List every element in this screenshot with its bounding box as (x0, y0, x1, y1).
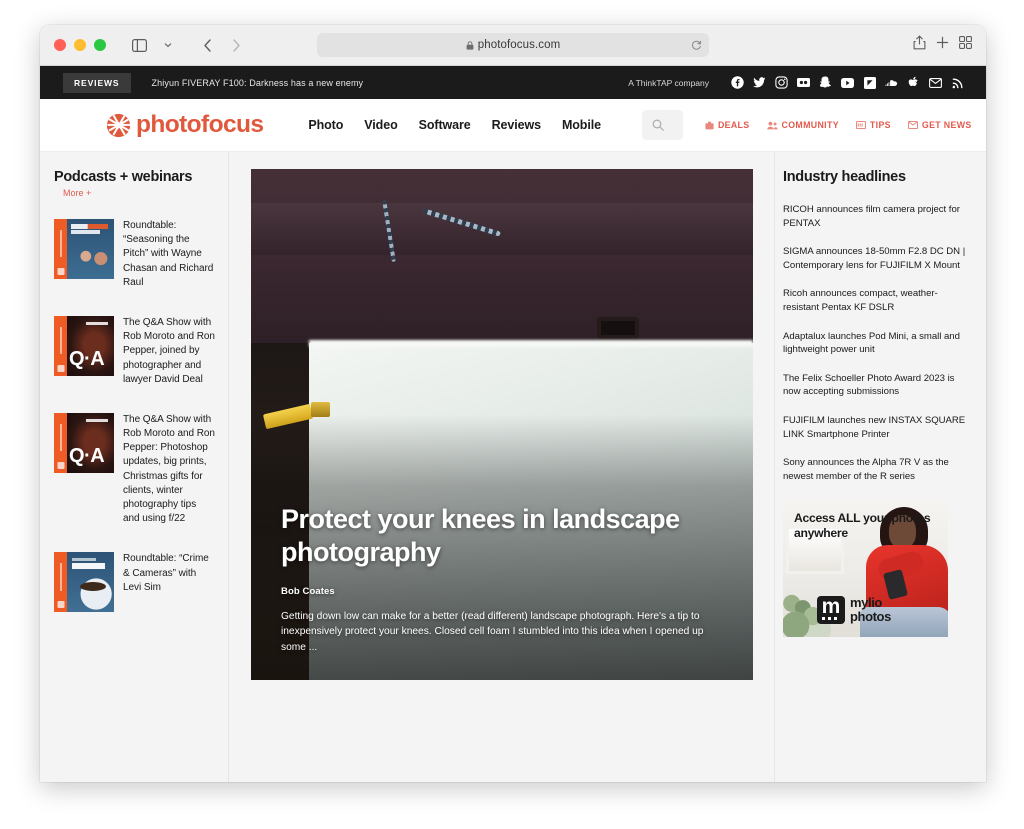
window-controls[interactable] (54, 39, 106, 51)
industry-headlines-sidebar: Industry headlines RICOH announces film … (774, 152, 986, 782)
advertisement-banner[interactable]: Access ALL your photos anywhere mylio ph… (783, 498, 948, 637)
utility-menu: DEALS COMMUNITY TIPS GET NEWS (705, 120, 972, 130)
podcast-title: Roundtable: “Crime & Cameras” with Levi … (123, 553, 209, 593)
reviews-badge[interactable]: REVIEWS (63, 72, 131, 93)
ad-brand-line-2: photos (850, 608, 891, 624)
list-item[interactable]: The Felix Schoeller Photo Award 2023 is … (783, 372, 966, 399)
nav-item-photo[interactable]: Photo (308, 118, 343, 132)
rss-icon[interactable] (951, 76, 964, 89)
nav-item-mobile[interactable]: Mobile (562, 118, 601, 132)
utility-link-get-news[interactable]: GET NEWS (907, 120, 972, 130)
chevron-down-icon[interactable] (155, 33, 181, 57)
podcast-list: Roundtable: “Seasoning the Pitch” with W… (54, 219, 215, 613)
tumblr-icon[interactable] (863, 76, 876, 89)
utility-link-community-label: COMMUNITY (781, 120, 839, 130)
mylio-logo: mylio photos (817, 595, 891, 624)
utility-link-deals[interactable]: DEALS (705, 120, 750, 130)
tag-icon (705, 121, 714, 130)
twitter-icon[interactable] (753, 76, 766, 89)
utility-link-community[interactable]: COMMUNITY (766, 120, 839, 130)
company-tagline: A ThinkTAP company (628, 77, 709, 88)
close-window-button[interactable] (54, 39, 66, 51)
podcast-thumb-roundtable-pitch (54, 219, 114, 279)
address-bar[interactable]: photofocus.com (317, 33, 709, 57)
utility-link-tips[interactable]: TIPS (855, 120, 891, 130)
featured-article-title[interactable]: Protect your knees in landscape photogra… (281, 503, 723, 569)
url-text: photofocus.com (477, 39, 561, 51)
list-item[interactable]: Q·A The Q&A Show with Rob Moroto and Ron… (54, 315, 215, 387)
apple-icon[interactable] (907, 76, 920, 89)
nav-item-reviews[interactable]: Reviews (492, 118, 541, 132)
announcement-headline[interactable]: Zhiyun FIVERAY F100: Darkness has a new … (152, 78, 364, 88)
sidebar-toggle-icon[interactable] (126, 33, 152, 57)
list-item[interactable]: Roundtable: “Crime & Cameras” with Levi … (54, 552, 215, 613)
aperture-icon (107, 113, 130, 137)
list-item[interactable]: FUJIFILM launches new INSTAX SQUARE LINK… (783, 414, 966, 441)
search-icon (652, 119, 664, 131)
ad-headline: Access ALL your photos anywhere (794, 510, 931, 540)
page-content: Podcasts + webinars More + Roundtable: “… (40, 152, 986, 782)
podcast-thumb-qa-photoshop: Q·A (54, 412, 114, 473)
featured-article-excerpt: Getting down low can make for a better (… (281, 610, 704, 653)
site-logo[interactable]: photofocus (107, 110, 264, 138)
list-item[interactable]: Roundtable: “Seasoning the Pitch” with W… (54, 219, 215, 290)
main-column: Protect your knees in landscape photogra… (229, 152, 774, 782)
headline-list: RICOH announces film camera project for … (783, 203, 966, 484)
list-item[interactable]: SIGMA announces 18-50mm F2.8 DC DN | Con… (783, 245, 966, 272)
podcasts-section-title: Podcasts + webinars (54, 169, 193, 185)
address-bar-container: photofocus.com (317, 33, 709, 57)
email-icon[interactable] (929, 76, 942, 89)
tab-overview-icon[interactable] (959, 36, 972, 54)
plus-icon[interactable] (936, 36, 949, 54)
podcast-thumb-levi-sim (54, 552, 114, 613)
back-arrow-icon[interactable] (194, 33, 220, 57)
site-announcement-bar: REVIEWS Zhiyun FIVERAY F100: Darkness ha… (40, 66, 986, 99)
site-nav: photofocus Photo Video Software Reviews … (40, 99, 986, 152)
desktop-background: photofocus.com REVIEWS Zhiyun FIVERAY F1… (0, 0, 1024, 829)
utility-link-deals-label: DEALS (717, 120, 750, 130)
ad-brand-line-1: mylio (850, 595, 882, 611)
book-icon (855, 121, 866, 129)
list-item[interactable]: RICOH announces film camera project for … (783, 203, 966, 230)
list-item[interactable]: Adaptalux launches Pod Mini, a small and… (783, 330, 966, 357)
browser-window: photofocus.com REVIEWS Zhiyun FIVERAY F1… (40, 25, 986, 782)
utility-link-tips-label: TIPS (869, 120, 891, 130)
list-item[interactable]: Sony announces the Alpha 7R V as the new… (783, 456, 966, 483)
maximize-window-button[interactable] (94, 39, 106, 51)
featured-article-author: Bob Coates (281, 585, 335, 597)
facebook-icon[interactable] (731, 76, 744, 89)
podcasts-more-link[interactable]: More + (63, 188, 215, 198)
mylio-mark-icon (817, 595, 845, 624)
headlines-section-title: Industry headlines (783, 169, 906, 185)
forward-arrow-icon[interactable] (223, 33, 249, 57)
soundcloud-icon[interactable] (885, 76, 898, 89)
list-item[interactable]: Ricoh announces compact, weather-resista… (783, 287, 966, 314)
site-logo-text: photofocus (136, 110, 264, 138)
share-icon[interactable] (913, 35, 926, 55)
envelope-icon (907, 121, 918, 129)
youtube-icon[interactable] (841, 76, 854, 89)
featured-article[interactable]: Protect your knees in landscape photogra… (251, 169, 753, 680)
list-item[interactable]: Q·A The Q&A Show with Rob Moroto and Ron… (54, 412, 215, 527)
reload-icon[interactable] (691, 40, 702, 51)
search-container[interactable] (641, 110, 683, 140)
podcasts-sidebar: Podcasts + webinars More + Roundtable: “… (40, 152, 229, 782)
nav-item-video[interactable]: Video (364, 118, 397, 132)
social-links[interactable] (731, 76, 964, 89)
minimize-window-button[interactable] (74, 39, 86, 51)
podcast-thumb-qa-david-deal: Q·A (54, 315, 114, 376)
browser-toolbar: photofocus.com (40, 25, 986, 66)
flickr-icon[interactable] (797, 76, 810, 89)
lock-icon (466, 40, 474, 50)
people-icon (766, 121, 778, 130)
podcast-title: Roundtable: “Seasoning the Pitch” with W… (123, 220, 214, 288)
utility-link-get-news-label: GET NEWS (921, 120, 972, 130)
podcast-title: The Q&A Show with Rob Moroto and Ron Pep… (123, 316, 215, 385)
instagram-icon[interactable] (775, 76, 788, 89)
nav-item-software[interactable]: Software (419, 118, 471, 132)
primary-menu: Photo Video Software Reviews Mobile (308, 118, 601, 132)
podcast-title: The Q&A Show with Rob Moroto and Ron Pep… (123, 413, 215, 525)
snapchat-icon[interactable] (819, 76, 832, 89)
